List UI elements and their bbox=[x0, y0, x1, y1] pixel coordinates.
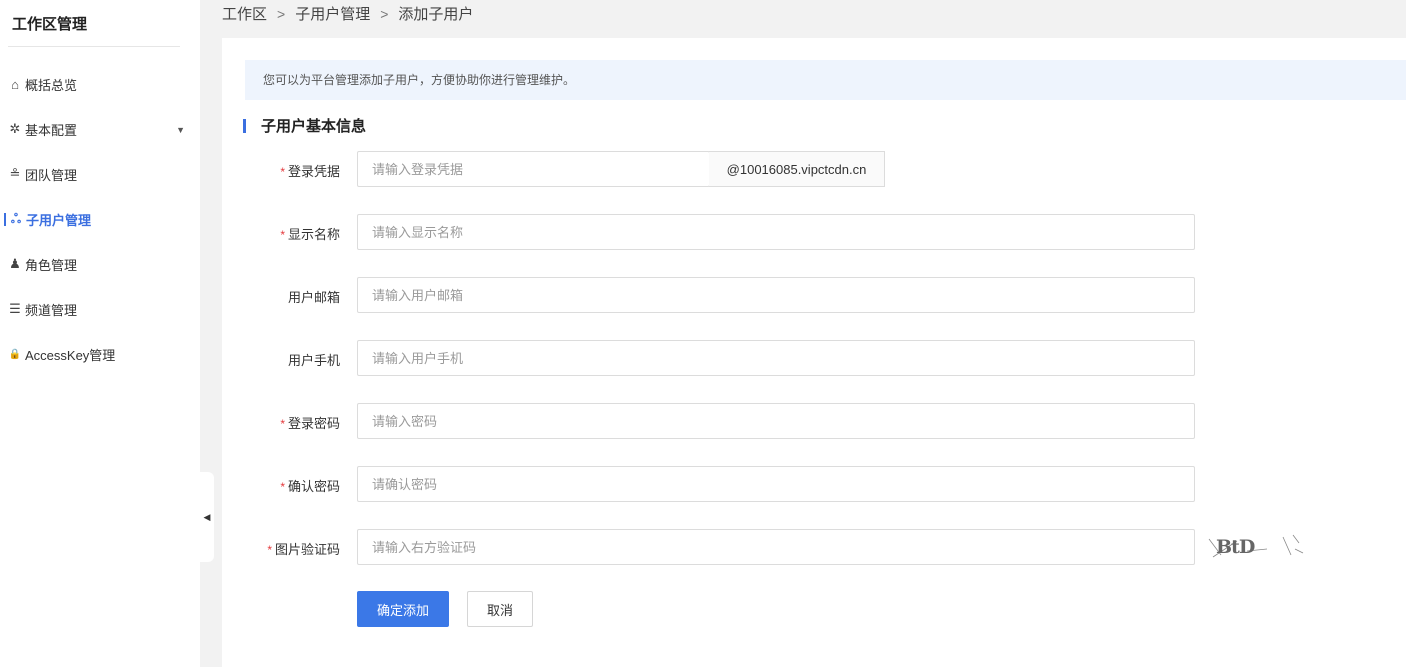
section-title: 子用户基本信息 bbox=[243, 115, 366, 136]
sidebar-item-subuser[interactable]: ஃ 子用户管理 bbox=[4, 208, 184, 230]
sidebar-item-label: 角色管理 bbox=[25, 257, 78, 273]
info-notice: 您可以为平台管理添加子用户，方便协助你进行管理维护。 bbox=[245, 60, 1406, 100]
sidebar-item-label: 基本配置 bbox=[25, 122, 78, 138]
required-mark: * bbox=[280, 165, 285, 179]
sidebar-item-label: 团队管理 bbox=[25, 167, 78, 183]
password-label: * 登录密码 bbox=[280, 416, 340, 431]
caret-left-icon: ◀ bbox=[203, 511, 211, 522]
gear-icon: ✲ bbox=[9, 121, 21, 136]
home-icon: ⌂ bbox=[11, 76, 19, 92]
sidebar-item-overview[interactable]: ⌂ 概括总览 bbox=[8, 73, 188, 95]
sidebar-item-label: 频道管理 bbox=[25, 302, 78, 318]
section-title-mark bbox=[243, 118, 246, 133]
breadcrumb-item-add-subuser: 添加子用户 bbox=[398, 6, 474, 23]
sidebar: 工作区管理 ⌂ 概括总览 ✲ 基本配置 ▼ ≗ 团队管理 ஃ 子用户管理 ♟ 角… bbox=[0, 0, 200, 667]
captcha-image[interactable]: BtD bbox=[1207, 527, 1307, 563]
sidebar-title: 工作区管理 bbox=[12, 16, 88, 33]
sidebar-collapse-handle[interactable]: ◀ bbox=[200, 472, 214, 562]
required-mark: * bbox=[280, 480, 285, 494]
required-mark: * bbox=[280, 228, 285, 242]
section-title-text: 子用户基本信息 bbox=[261, 118, 367, 135]
user-icon: ♟ bbox=[9, 256, 21, 271]
confirm-password-input[interactable] bbox=[357, 466, 1195, 502]
confirm-password-label: * 确认密码 bbox=[280, 479, 340, 494]
sidebar-item-label: 概括总览 bbox=[25, 77, 78, 93]
breadcrumb: 工作区 > 子用户管理 > 添加子用户 bbox=[222, 3, 473, 24]
email-label: 用户邮箱 bbox=[287, 290, 340, 305]
display-name-input[interactable] bbox=[357, 214, 1195, 250]
phone-label: 用户手机 bbox=[287, 353, 340, 368]
required-mark: * bbox=[267, 543, 272, 557]
password-input[interactable] bbox=[357, 403, 1195, 439]
sidebar-item-label: AccessKey管理 bbox=[25, 347, 116, 363]
lock-icon: 🔒 bbox=[8, 348, 22, 360]
sidebar-item-team[interactable]: ≗ 团队管理 bbox=[8, 163, 188, 185]
sidebar-item-label: 子用户管理 bbox=[26, 212, 92, 228]
breadcrumb-item-subuser[interactable]: 子用户管理 bbox=[295, 3, 370, 24]
sliders-icon: ☰ bbox=[9, 301, 21, 316]
captcha-text: BtD bbox=[1216, 536, 1255, 558]
sidebar-item-basic-config[interactable]: ✲ 基本配置 ▼ bbox=[8, 118, 188, 140]
sidebar-item-role[interactable]: ♟ 角色管理 bbox=[8, 253, 188, 275]
login-credential-label: * 登录凭据 bbox=[280, 164, 340, 179]
sidebar-item-accesskey[interactable]: 🔒 AccessKey管理 bbox=[8, 343, 188, 365]
display-name-label: * 显示名称 bbox=[280, 227, 340, 242]
breadcrumb-separator: > bbox=[277, 5, 286, 22]
login-domain-suffix: @10016085.vipctcdn.cn bbox=[709, 151, 885, 187]
active-indicator bbox=[4, 212, 6, 226]
login-credential-input[interactable] bbox=[357, 151, 710, 187]
email-input[interactable] bbox=[357, 277, 1195, 313]
caret-down-icon: ▼ bbox=[176, 125, 185, 135]
cancel-button[interactable]: 取消 bbox=[467, 591, 533, 627]
captcha-label: * 图片验证码 bbox=[267, 542, 340, 557]
submit-button[interactable]: 确定添加 bbox=[357, 591, 449, 627]
phone-input[interactable] bbox=[357, 340, 1195, 376]
breadcrumb-item-workspace[interactable]: 工作区 bbox=[222, 3, 267, 24]
required-mark: * bbox=[280, 417, 285, 431]
team-icon: ≗ bbox=[9, 166, 21, 181]
captcha-input[interactable] bbox=[357, 529, 1195, 565]
sidebar-divider bbox=[8, 46, 180, 47]
sitemap-icon: ஃ bbox=[10, 210, 22, 226]
main-card: 您可以为平台管理添加子用户，方便协助你进行管理维护。 子用户基本信息 * 登录凭据… bbox=[222, 38, 1406, 667]
sidebar-item-channel[interactable]: ☰ 频道管理 bbox=[8, 298, 188, 320]
breadcrumb-separator: > bbox=[380, 5, 389, 22]
